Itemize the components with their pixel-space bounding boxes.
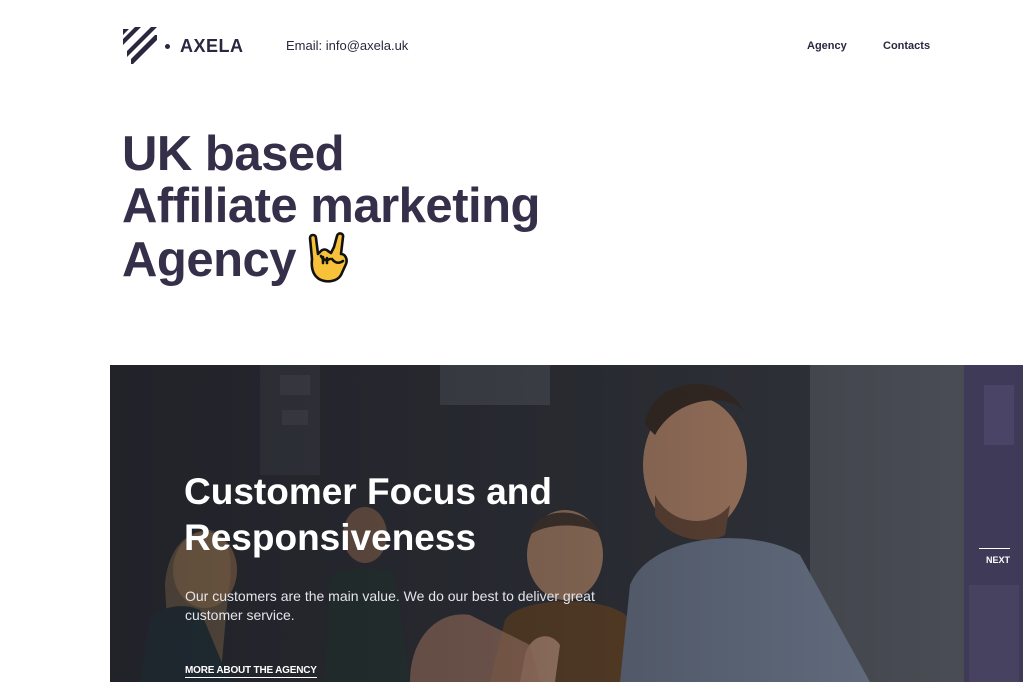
next-button[interactable]: NEXT — [986, 555, 1010, 565]
slide-title: Customer Focus and Responsiveness — [184, 469, 704, 561]
next-slide-preview[interactable]: NEXT — [964, 365, 1023, 682]
slide-description: Our customers are the main value. We do … — [185, 588, 595, 623]
nav-contacts[interactable]: Contacts — [883, 40, 930, 52]
more-about-agency-link[interactable]: MORE ABOUT THE AGENCY — [185, 665, 317, 678]
hero-line-1: UK based — [122, 127, 345, 181]
slide-current: Customer Focus and Responsiveness Our cu… — [110, 365, 964, 682]
logo-text: AXELA — [180, 35, 244, 56]
header-email[interactable]: Email: info@axela.uk — [286, 38, 408, 53]
hero-line-3-wrap: Agency — [122, 232, 722, 286]
hero-line-2: Affiliate marketing — [122, 179, 540, 233]
logo[interactable]: AXELA — [122, 27, 244, 65]
nav-agency[interactable]: Agency — [807, 40, 847, 52]
next-divider — [979, 548, 1010, 549]
slide-title-line-1: Customer Focus and — [184, 471, 552, 512]
sign-of-the-horns-hand-icon — [308, 232, 348, 283]
slide-title-line-2: Responsiveness — [184, 517, 477, 558]
hero-line-3: Agency — [122, 233, 297, 287]
logo-dot — [165, 43, 170, 49]
axela-logo-icon — [123, 27, 157, 64]
site-header: AXELA Email: info@axela.uk Agency Contac… — [0, 0, 1023, 95]
hero-slider[interactable]: Customer Focus and Responsiveness Our cu… — [110, 365, 1023, 682]
next-slide-image — [964, 365, 1023, 682]
hero-heading: UK based Affiliate marketing Agency — [122, 128, 722, 286]
